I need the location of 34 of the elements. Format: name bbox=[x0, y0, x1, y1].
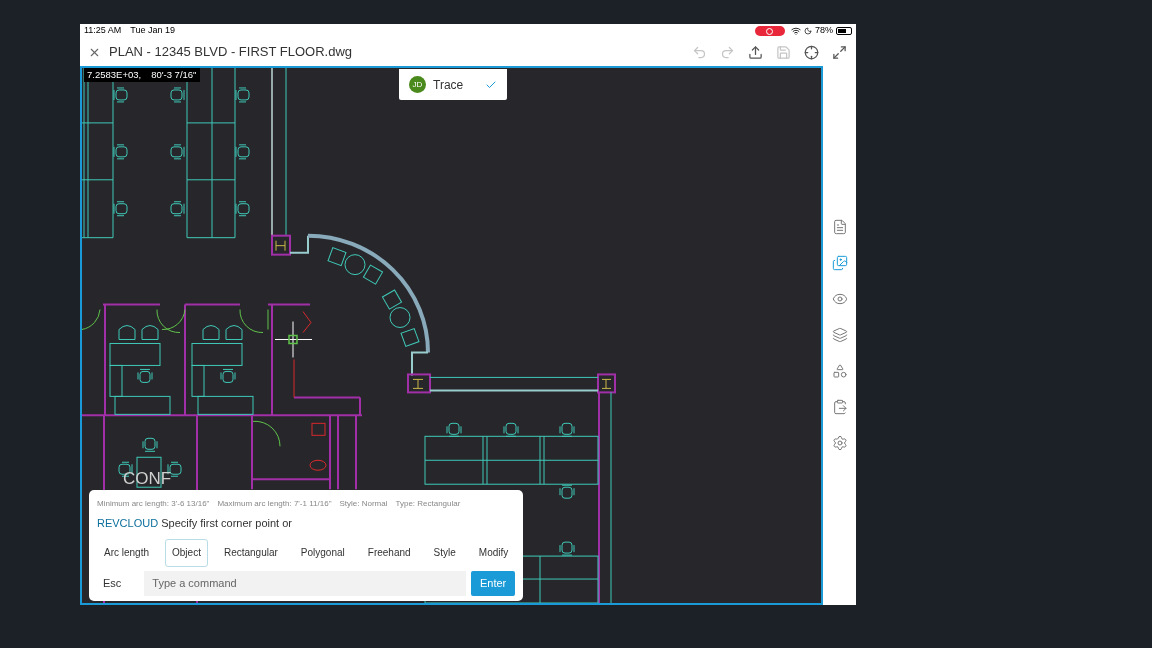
esc-button[interactable]: Esc bbox=[97, 570, 131, 596]
trace-badge[interactable]: JD Trace bbox=[399, 69, 507, 100]
command-option[interactable]: Polygonal bbox=[293, 538, 352, 567]
command-option[interactable]: Modify bbox=[471, 538, 516, 567]
drawing-title: PLAN - 12345 BLVD - FIRST FLOOR.dwg bbox=[109, 43, 352, 62]
command-option[interactable]: Object bbox=[165, 538, 208, 567]
command-option[interactable]: Rectangular bbox=[216, 538, 285, 567]
command-option[interactable]: Arc length bbox=[97, 538, 157, 567]
user-avatar: JD bbox=[409, 76, 426, 93]
command-info: Style: Normal bbox=[339, 498, 388, 510]
shapes-button[interactable] bbox=[830, 362, 849, 380]
wifi-icon bbox=[791, 26, 801, 36]
command-input[interactable]: Type a command bbox=[144, 570, 467, 596]
command-info: Minimum arc length: 3'-6 13/16" bbox=[97, 498, 210, 510]
moon-icon bbox=[804, 27, 812, 35]
command-info: Type: Rectangular bbox=[395, 498, 461, 510]
command-option[interactable]: Style bbox=[426, 538, 463, 567]
command-info: Maximum arc length: 7'-1 11/16" bbox=[217, 498, 332, 510]
battery-icon bbox=[836, 27, 852, 35]
trace-label: Trace bbox=[433, 76, 464, 94]
room-label: CONF bbox=[123, 470, 172, 488]
coordinate-x: 7.2583E+03, bbox=[87, 68, 142, 82]
command-prompt: REVCLOUD Specify first corner point or bbox=[97, 516, 294, 531]
status-time: 11:25 AM bbox=[84, 24, 122, 38]
upload-button[interactable] bbox=[746, 43, 764, 61]
crosshair-button[interactable] bbox=[802, 43, 820, 61]
status-date: Tue Jan 19 bbox=[130, 24, 176, 38]
command-option[interactable]: Freehand bbox=[360, 538, 418, 567]
images-button[interactable] bbox=[830, 254, 849, 272]
settings-button[interactable] bbox=[830, 434, 849, 452]
fullscreen-button[interactable] bbox=[830, 43, 848, 61]
coordinate-y: 80'-3 7/16" bbox=[151, 68, 197, 82]
battery-percent: 78% bbox=[815, 24, 833, 38]
layers-button[interactable] bbox=[830, 326, 849, 344]
